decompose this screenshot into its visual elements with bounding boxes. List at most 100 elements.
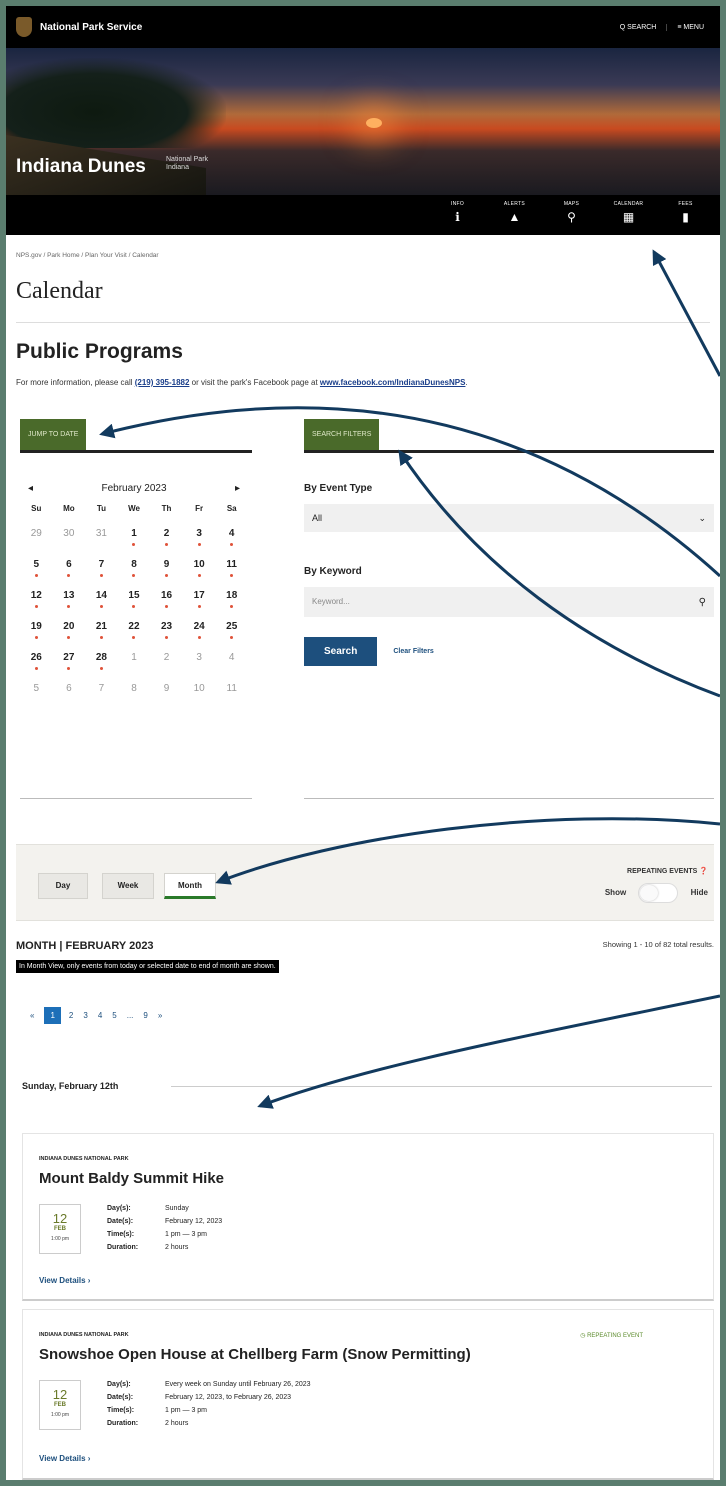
calendar-day[interactable]: 6 bbox=[53, 683, 86, 714]
calendar-day[interactable]: 14 bbox=[85, 590, 118, 621]
calendar-day[interactable]: 8 bbox=[118, 683, 151, 714]
search-icon[interactable]: ⚲ bbox=[699, 597, 706, 608]
calendar-day[interactable]: 25 bbox=[215, 621, 248, 652]
week-view-button[interactable]: Week bbox=[102, 873, 154, 899]
calendar-day[interactable]: 12 bbox=[20, 590, 53, 621]
day-view-button[interactable]: Day bbox=[38, 873, 88, 899]
page-next[interactable]: » bbox=[158, 1011, 162, 1020]
prev-month-icon[interactable]: ◂ bbox=[28, 483, 33, 494]
calendar-day[interactable]: 24 bbox=[183, 621, 216, 652]
calendar-day[interactable]: 28 bbox=[85, 652, 118, 683]
menu-button[interactable]: ≡ MENU bbox=[666, 23, 714, 31]
page-link[interactable]: 3 bbox=[83, 1011, 87, 1020]
calendar-day-number: 6 bbox=[66, 559, 72, 570]
calendar-day[interactable]: 4 bbox=[215, 528, 248, 559]
calendar-day[interactable]: 1 bbox=[118, 652, 151, 683]
calendar-day[interactable]: 9 bbox=[150, 683, 183, 714]
next-month-icon[interactable]: ▸ bbox=[235, 483, 240, 494]
calendar-day[interactable]: 30 bbox=[53, 528, 86, 559]
event-title[interactable]: Snowshoe Open House at Chellberg Farm (S… bbox=[39, 1346, 471, 1363]
calendar-day[interactable]: 10 bbox=[183, 559, 216, 590]
search-filters-tab[interactable]: SEARCH FILTERS bbox=[304, 419, 380, 450]
calendar-day[interactable]: 8 bbox=[118, 559, 151, 590]
brand-link[interactable]: National Park Service bbox=[40, 22, 142, 33]
calendar-day[interactable]: 6 bbox=[53, 559, 86, 590]
meta-duration-value: 2 hours bbox=[165, 1420, 189, 1427]
calendar-day[interactable]: 3 bbox=[183, 528, 216, 559]
nav-maps-label: MAPS bbox=[563, 201, 580, 207]
nps-arrowhead-logo[interactable] bbox=[16, 17, 32, 37]
event-meta: Day(s): Sunday Date(s): February 12, 2023 … bbox=[107, 1202, 222, 1254]
calendar-day[interactable]: 4 bbox=[215, 652, 248, 683]
arrow-to-calendar-icon bbox=[652, 249, 720, 377]
nav-calendar[interactable]: CALENDAR ▦ bbox=[600, 195, 657, 235]
calendar-day[interactable]: 31 bbox=[85, 528, 118, 559]
calendar-day[interactable]: 9 bbox=[150, 559, 183, 590]
phone-link[interactable]: (219) 395-1882 bbox=[135, 378, 190, 387]
nav-alerts[interactable]: ALERTS ▲ bbox=[486, 195, 543, 235]
facebook-link[interactable]: www.facebook.com/IndianaDunesNPS bbox=[320, 378, 466, 387]
calendar-day[interactable]: 11 bbox=[215, 683, 248, 714]
event-title[interactable]: Mount Baldy Summit Hike bbox=[39, 1170, 224, 1187]
breadcrumb[interactable]: NPS.gov / Park Home / Plan Your Visit / … bbox=[16, 252, 159, 259]
help-icon[interactable]: ❓ bbox=[699, 868, 708, 875]
jump-to-date-tab[interactable]: JUMP TO DATE bbox=[20, 419, 87, 450]
page-link[interactable]: 2 bbox=[69, 1011, 73, 1020]
calendar-day[interactable]: 7 bbox=[85, 559, 118, 590]
clear-filters-link[interactable]: Clear Filters bbox=[393, 648, 433, 655]
calendar-day[interactable]: 21 bbox=[85, 621, 118, 652]
nav-maps[interactable]: MAPS ⚲ bbox=[543, 195, 600, 235]
calendar-day[interactable]: 23 bbox=[150, 621, 183, 652]
event-dot bbox=[165, 605, 169, 608]
calendar-day[interactable]: 5 bbox=[20, 559, 53, 590]
event-day-number: 12 bbox=[52, 1211, 68, 1226]
calendar-day[interactable]: 1 bbox=[118, 528, 151, 559]
repeating-event-badge: ◷ REPEATING EVENT bbox=[580, 1333, 643, 1339]
page-current[interactable]: 1 bbox=[44, 1007, 61, 1024]
calendar-day[interactable]: 3 bbox=[183, 652, 216, 683]
view-details-link[interactable]: View Details › bbox=[39, 1454, 90, 1463]
nav-fees[interactable]: FEES ▮ bbox=[657, 195, 714, 235]
info-icon: ℹ bbox=[455, 210, 460, 224]
search-submit-button[interactable]: Search bbox=[304, 637, 378, 666]
park-subtitle: National Park Indiana bbox=[166, 156, 208, 172]
page-link[interactable]: 4 bbox=[98, 1011, 102, 1020]
calendar-day[interactable]: 5 bbox=[20, 683, 53, 714]
page-link[interactable]: 9 bbox=[143, 1011, 147, 1020]
calendar-day[interactable]: 10 bbox=[183, 683, 216, 714]
search-button[interactable]: Q SEARCH bbox=[610, 24, 667, 31]
page-prev[interactable]: « bbox=[30, 1011, 34, 1020]
event-dot bbox=[230, 605, 234, 608]
calendar-day[interactable]: 27 bbox=[53, 652, 86, 683]
event-type-select[interactable]: All ⌄ bbox=[304, 504, 714, 532]
month-view-button[interactable]: Month bbox=[164, 873, 216, 899]
park-title[interactable]: Indiana Dunes bbox=[16, 156, 146, 178]
repeating-toggle[interactable] bbox=[638, 883, 679, 903]
event-dot bbox=[230, 543, 234, 546]
calendar-day[interactable]: 7 bbox=[85, 683, 118, 714]
keyword-input[interactable]: Keyword... ⚲ bbox=[304, 587, 714, 617]
date-group-rule bbox=[171, 1086, 712, 1087]
calendar-day-number: 26 bbox=[30, 652, 42, 663]
calendar-day[interactable]: 20 bbox=[53, 621, 86, 652]
calendar-day-number: 10 bbox=[193, 683, 205, 694]
nav-info[interactable]: INFO ℹ bbox=[429, 195, 486, 235]
view-details-link[interactable]: View Details › bbox=[39, 1276, 90, 1285]
calendar-day[interactable]: 16 bbox=[150, 590, 183, 621]
calendar-day[interactable]: 15 bbox=[118, 590, 151, 621]
calendar-day[interactable]: 2 bbox=[150, 652, 183, 683]
calendar-day[interactable]: 29 bbox=[20, 528, 53, 559]
calendar-day[interactable]: 22 bbox=[118, 621, 151, 652]
calendar-day[interactable]: 26 bbox=[20, 652, 53, 683]
calendar-day[interactable]: 13 bbox=[53, 590, 86, 621]
calendar-day[interactable]: 2 bbox=[150, 528, 183, 559]
calendar-day[interactable]: 17 bbox=[183, 590, 216, 621]
weekday-header: Su bbox=[31, 504, 42, 513]
meta-dates-value: February 12, 2023, to February 26, 2023 bbox=[165, 1394, 292, 1401]
calendar-day[interactable]: 18 bbox=[215, 590, 248, 621]
calendar-day-number: 23 bbox=[161, 621, 173, 632]
calendar-day[interactable]: 19 bbox=[20, 621, 53, 652]
page-link[interactable]: 5 bbox=[112, 1011, 116, 1020]
calendar-day[interactable]: 11 bbox=[215, 559, 248, 590]
nav-alerts-label: ALERTS bbox=[503, 201, 526, 207]
